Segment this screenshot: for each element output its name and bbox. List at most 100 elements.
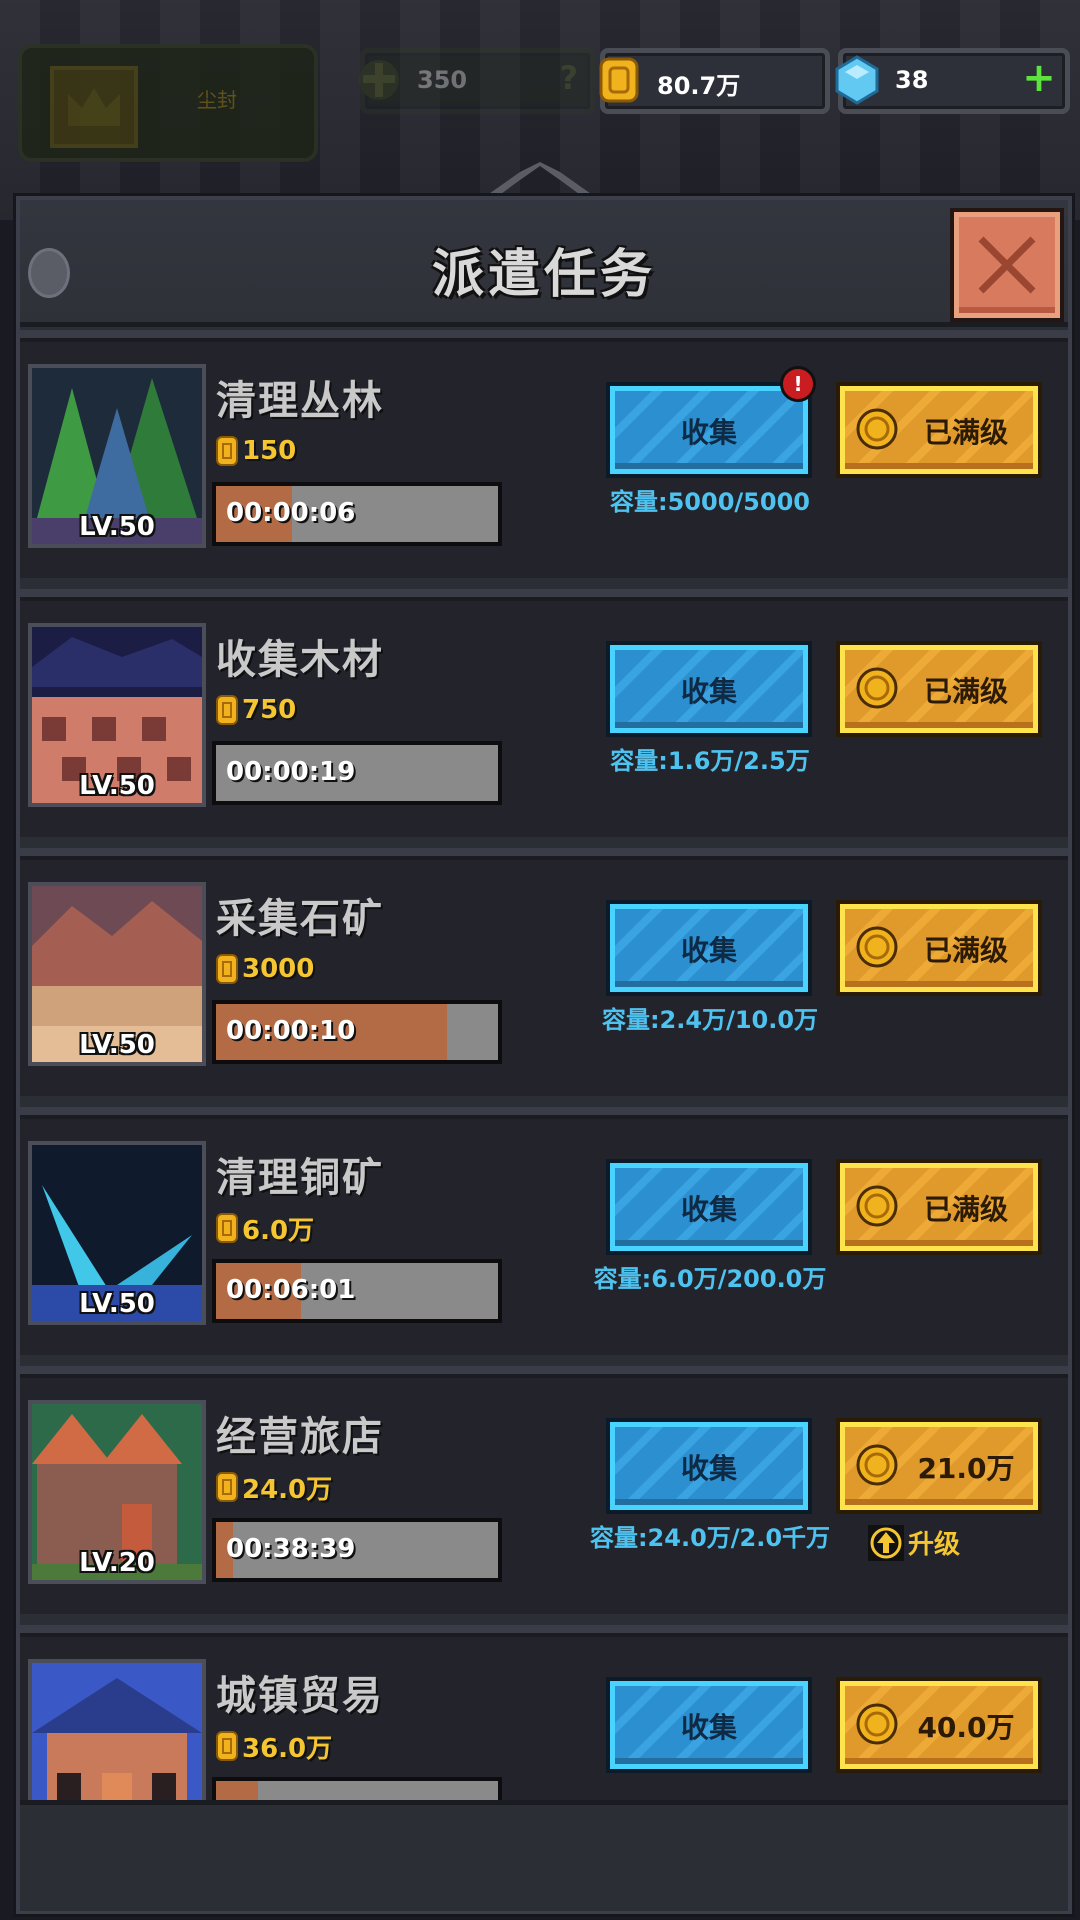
gold-coin-icon: [216, 954, 238, 984]
task-row: LV.50 清理丛林 150 00:00:06 收集 ! 容量:5000/500…: [20, 330, 1068, 578]
collect-label: 收集: [680, 1711, 737, 1744]
reward-value: 3000: [242, 954, 315, 984]
token-icon: [359, 60, 399, 100]
gold-coin-icon: [599, 57, 639, 103]
upgrade-button[interactable]: 已满级: [840, 1163, 1038, 1251]
task-capacity: 容量:2.4万/10.0万: [601, 1006, 819, 1034]
task-row: 城镇贸易 36.0万 收集 40.0万: [20, 1625, 1068, 1800]
collect-button[interactable]: 收集: [610, 904, 808, 992]
gem-icon: [835, 55, 879, 105]
task-level: LV.20: [79, 1548, 155, 1578]
gold-counter[interactable]: 80.7万: [599, 48, 830, 114]
collect-button[interactable]: 收集: [610, 386, 808, 474]
upgrade-label: 21.0万: [917, 1452, 1015, 1485]
task-progress-bar: 00:00:10: [212, 1000, 502, 1064]
task-level: LV.50: [79, 1030, 155, 1060]
task-timer: 00:00:19: [226, 757, 356, 787]
gold-coin-icon: [856, 1444, 898, 1486]
task-timer: 00:00:06: [226, 498, 356, 528]
gold-value: 80.7万: [657, 72, 741, 100]
gold-coin-icon: [856, 667, 898, 709]
collect-label: 收集: [680, 675, 737, 708]
task-progress-bar: 00:00:19: [212, 741, 502, 805]
collect-button[interactable]: 收集: [610, 1163, 808, 1251]
upgrade-label: 已满级: [923, 416, 1008, 449]
gold-coin-icon: [216, 436, 238, 466]
collect-label: 收集: [680, 1452, 737, 1485]
task-capacity: 容量:5000/5000: [610, 488, 810, 516]
task-row: LV.50 收集木材 750 00:00:19 收集 容量:1.6万/2.5万: [20, 589, 1068, 837]
upgrade-label: 已满级: [923, 934, 1008, 967]
close-button[interactable]: [954, 212, 1060, 318]
collect-button[interactable]: 收集: [610, 1681, 808, 1769]
task-thumbnail: LV.50: [28, 364, 206, 548]
task-name: 收集木材: [216, 637, 384, 683]
upgrade-label: 已满级: [923, 675, 1008, 708]
crown-icon: [50, 66, 138, 148]
task-progress-bar: [212, 1777, 502, 1800]
task-reward: 3000: [216, 952, 314, 986]
task-name: 经营旅店: [216, 1414, 384, 1460]
help-icon[interactable]: ?: [559, 59, 578, 97]
gold-coin-icon: [856, 1185, 898, 1227]
collect-label: 收集: [680, 416, 737, 449]
task-row: LV.20 经营旅店 24.0万 00:38:39 收集 容量:24.0万/2.…: [20, 1366, 1068, 1614]
collect-button[interactable]: 收集: [610, 645, 808, 733]
token-value: 350: [417, 66, 468, 94]
gold-coin-icon: [216, 1731, 238, 1761]
page-title: 派遣任务: [431, 245, 656, 305]
reward-value: 6.0万: [242, 1215, 315, 1246]
task-progress-bar: 00:06:01: [212, 1259, 502, 1323]
task-name: 城镇贸易: [216, 1673, 384, 1719]
upgrade-button[interactable]: 40.0万: [840, 1681, 1038, 1769]
task-progress-bar: 00:38:39: [212, 1518, 502, 1582]
progress-fill: [216, 1781, 258, 1800]
task-capacity: 容量:6.0万/200.0万: [593, 1265, 827, 1293]
plus-icon[interactable]: +: [1019, 58, 1059, 99]
task-row: LV.50 采集石矿 3000 00:00:10 收集 容量:2.4万/10.0…: [20, 848, 1068, 1096]
task-level: LV.50: [79, 512, 155, 542]
task-timer: 00:06:01: [226, 1275, 356, 1305]
gem-counter[interactable]: 38 +: [835, 48, 1070, 114]
panel-footer: [20, 1800, 1068, 1911]
task-list[interactable]: LV.50 清理丛林 150 00:00:06 收集 ! 容量:5000/500…: [20, 330, 1068, 1800]
upgrade-button[interactable]: 已满级: [840, 386, 1038, 474]
rank-label: 尘封: [197, 88, 237, 112]
token-counter[interactable]: 350 ?: [359, 48, 595, 114]
task-name: 清理铜矿: [216, 1155, 384, 1201]
collect-button[interactable]: 收集: [610, 1422, 808, 1510]
alert-icon: !: [780, 366, 816, 402]
gem-value: 38: [895, 66, 929, 94]
gold-coin-icon: [216, 695, 238, 725]
task-progress-bar: 00:00:06: [212, 482, 502, 546]
task-thumbnail: LV.50: [28, 882, 206, 1066]
level-up-link[interactable]: 升级: [868, 1524, 960, 1561]
task-name: 采集石矿: [216, 896, 384, 942]
task-thumbnail: LV.50: [28, 623, 206, 807]
reward-value: 36.0万: [242, 1733, 333, 1764]
rank-badge[interactable]: 尘封: [18, 44, 318, 162]
reward-value: 750: [242, 695, 297, 725]
gold-coin-icon: [216, 1213, 238, 1243]
task-name: 清理丛林: [216, 378, 384, 424]
upgrade-button[interactable]: 已满级: [840, 904, 1038, 992]
upgrade-button[interactable]: 已满级: [840, 645, 1038, 733]
gold-coin-icon: [856, 926, 898, 968]
task-reward: 36.0万: [216, 1729, 333, 1764]
task-thumbnail: LV.50: [28, 1141, 206, 1325]
collect-label: 收集: [680, 934, 737, 967]
gold-coin-icon: [216, 1472, 238, 1502]
upgrade-button[interactable]: 21.0万: [840, 1422, 1038, 1510]
task-reward: 6.0万: [216, 1211, 315, 1246]
collect-label: 收集: [680, 1193, 737, 1226]
level-up-arrow-icon: [868, 1524, 904, 1561]
task-thumbnail: [28, 1659, 206, 1800]
upgrade-label: 已满级: [923, 1193, 1008, 1226]
task-capacity: 容量:24.0万/2.0千万: [589, 1524, 831, 1552]
task-capacity: 容量:1.6万/2.5万: [610, 747, 810, 775]
level-up-label: 升级: [908, 1530, 961, 1560]
close-icon: [978, 236, 1036, 294]
reward-value: 150: [242, 436, 297, 466]
panel-header: 派遣任务: [20, 200, 1068, 327]
upgrade-label: 40.0万: [917, 1711, 1015, 1744]
